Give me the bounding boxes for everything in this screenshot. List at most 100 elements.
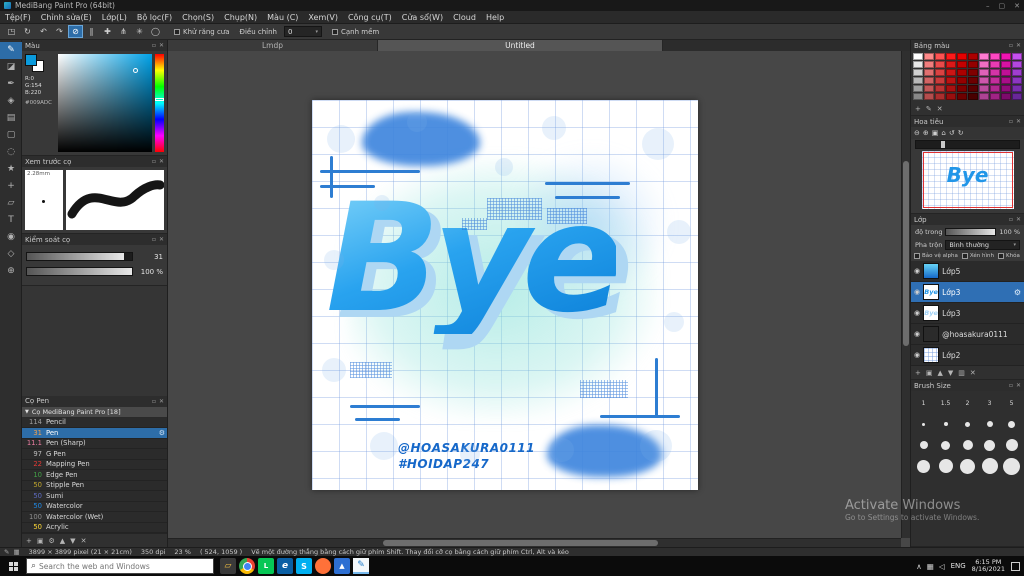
menu-item[interactable]: Lớp(L) (97, 13, 132, 22)
hidden-icons-chevron[interactable]: ∧ (916, 562, 922, 571)
rotate-canvas-icon[interactable]: ↻ (20, 25, 35, 38)
brush-size-dot[interactable] (913, 414, 934, 434)
palette-swatch[interactable] (968, 93, 978, 100)
palette-swatch[interactable] (957, 61, 967, 68)
brush-size-label[interactable]: 5 (1001, 393, 1022, 413)
move-down-icon[interactable]: ▼ (70, 537, 75, 545)
lasso-tool-icon[interactable]: ◌ (0, 144, 22, 161)
palette-swatch[interactable] (1001, 53, 1011, 60)
rotate-right-icon[interactable]: ↻ (958, 129, 964, 137)
palette-swatch[interactable] (935, 77, 945, 84)
language-indicator[interactable]: ENG (951, 562, 966, 570)
vertical-scrollbar[interactable] (901, 51, 910, 538)
duplicate-brush-icon[interactable]: ▣ (37, 537, 44, 545)
eyedropper-tool-icon[interactable]: ◉ (0, 229, 22, 246)
menu-item[interactable]: Cloud (448, 13, 481, 22)
add-brush-icon[interactable]: + (26, 537, 32, 545)
line-app[interactable]: L (258, 558, 274, 574)
palette-swatch[interactable] (1012, 77, 1022, 84)
brush-item[interactable]: 10 Edge Pen (22, 470, 167, 481)
panel-close-icon[interactable]: ✕ (159, 236, 164, 243)
navigator-thumbnail[interactable]: Bye (921, 151, 1014, 209)
panel-dock-icon[interactable]: ▫ (1009, 216, 1013, 223)
zoom-tool-icon[interactable]: ⊕ (0, 263, 22, 280)
snap-off-icon[interactable]: ⊘ (68, 25, 83, 38)
palette-swatch[interactable] (913, 69, 923, 76)
brush-size-label[interactable]: 1 (913, 393, 934, 413)
text-tool-icon[interactable]: T (0, 212, 22, 229)
palette-swatch[interactable] (990, 69, 1000, 76)
visibility-eye-icon[interactable]: ◉ (914, 288, 920, 296)
brush-size-label[interactable]: 2 (957, 393, 978, 413)
panel-close-icon[interactable]: ✕ (1016, 118, 1021, 125)
merge-layer-icon[interactable]: ▥ (958, 369, 965, 377)
palette-swatch[interactable] (1001, 85, 1011, 92)
firefox[interactable] (315, 558, 331, 574)
select-tool-icon[interactable]: ▢ (0, 127, 22, 144)
palette-swatch[interactable] (935, 53, 945, 60)
layer-row[interactable]: ◉ Lớp2 (911, 345, 1024, 366)
snap-radial-icon[interactable]: ✳ (132, 25, 147, 38)
brush-size-dot[interactable] (979, 414, 1000, 434)
palette-swatch[interactable] (990, 85, 1000, 92)
palette-swatch[interactable] (968, 69, 978, 76)
brush-size-label[interactable]: 3 (979, 393, 1000, 413)
menu-item[interactable]: Công cụ(T) (343, 13, 397, 22)
brush-item[interactable]: 11.1 Pen (Sharp) (22, 439, 167, 449)
panel-dock-icon[interactable]: ▫ (152, 158, 156, 165)
palette-swatch[interactable] (1001, 69, 1011, 76)
palette-swatch[interactable] (935, 93, 945, 100)
scrollbar-handle[interactable] (903, 161, 909, 346)
palette-swatch[interactable] (990, 53, 1000, 60)
menu-item[interactable]: Chụp(N) (219, 13, 262, 22)
saturation-value-picker[interactable] (58, 54, 152, 152)
snap-ellipse-icon[interactable]: ◯ (148, 25, 163, 38)
palette-swatch[interactable] (1012, 85, 1022, 92)
palette-swatch[interactable] (946, 69, 956, 76)
layer-row[interactable]: ◉ Bye Lớp3 (911, 303, 1024, 324)
palette-swatch[interactable] (946, 85, 956, 92)
menu-item[interactable]: Xem(V) (303, 13, 343, 22)
undo-icon[interactable]: ↶ (36, 25, 51, 38)
brush-size-dot[interactable] (979, 456, 1000, 476)
hue-slider-cursor[interactable] (155, 98, 164, 101)
palette-swatch[interactable] (968, 53, 978, 60)
palette-swatch[interactable] (935, 69, 945, 76)
palette-swatch[interactable] (990, 61, 1000, 68)
brush-item[interactable]: 50 Acrylic (22, 523, 167, 533)
hand-tool-icon[interactable]: ◇ (0, 246, 22, 263)
brush-size-label[interactable]: 1.5 (935, 393, 956, 413)
transform-icon[interactable]: ◳ (4, 25, 19, 38)
visibility-eye-icon[interactable]: ◉ (914, 267, 920, 275)
maximize-button[interactable]: ▢ (999, 2, 1006, 10)
edit-color-icon[interactable]: ✎ (926, 105, 932, 113)
palette-swatch[interactable] (1012, 53, 1022, 60)
menu-item[interactable]: Chỉnh sửa(E) (36, 13, 97, 22)
minimize-button[interactable]: – (986, 2, 990, 10)
palette-swatch[interactable] (979, 53, 989, 60)
brush-tool-icon[interactable]: ✎ (0, 42, 22, 59)
brush-item[interactable]: 50 Watercolor (22, 502, 167, 512)
document-tab-active[interactable]: Untitled (378, 40, 663, 51)
panel-dock-icon[interactable]: ▫ (1009, 42, 1013, 49)
scrollbar-handle[interactable] (383, 540, 658, 546)
rotate-left-icon[interactable]: ↺ (949, 129, 955, 137)
search-input[interactable] (39, 561, 209, 571)
layer-row[interactable]: ◉ Bye Lớp3 ⚙ (911, 282, 1024, 303)
palette-swatch[interactable] (990, 77, 1000, 84)
panel-close-icon[interactable]: ✕ (1016, 382, 1021, 389)
delete-brush-icon[interactable]: ✕ (81, 537, 87, 545)
palette-swatch[interactable] (968, 61, 978, 68)
eraser-tool-icon[interactable]: ◪ (0, 59, 22, 76)
foreground-background-swatches[interactable] (25, 54, 45, 72)
menu-item[interactable]: Tệp(F) (0, 13, 36, 22)
brush-opacity-slider[interactable] (26, 267, 133, 276)
layer-down-icon[interactable]: ▼ (948, 369, 953, 377)
taskbar-search[interactable]: ⌕ (26, 558, 214, 574)
panel-close-icon[interactable]: ✕ (159, 158, 164, 165)
palette-swatch[interactable] (935, 85, 945, 92)
palette-swatch[interactable] (913, 93, 923, 100)
brush-item[interactable]: 97 G Pen (22, 449, 167, 460)
panel-close-icon[interactable]: ✕ (1016, 216, 1021, 223)
palette-swatch[interactable] (979, 77, 989, 84)
